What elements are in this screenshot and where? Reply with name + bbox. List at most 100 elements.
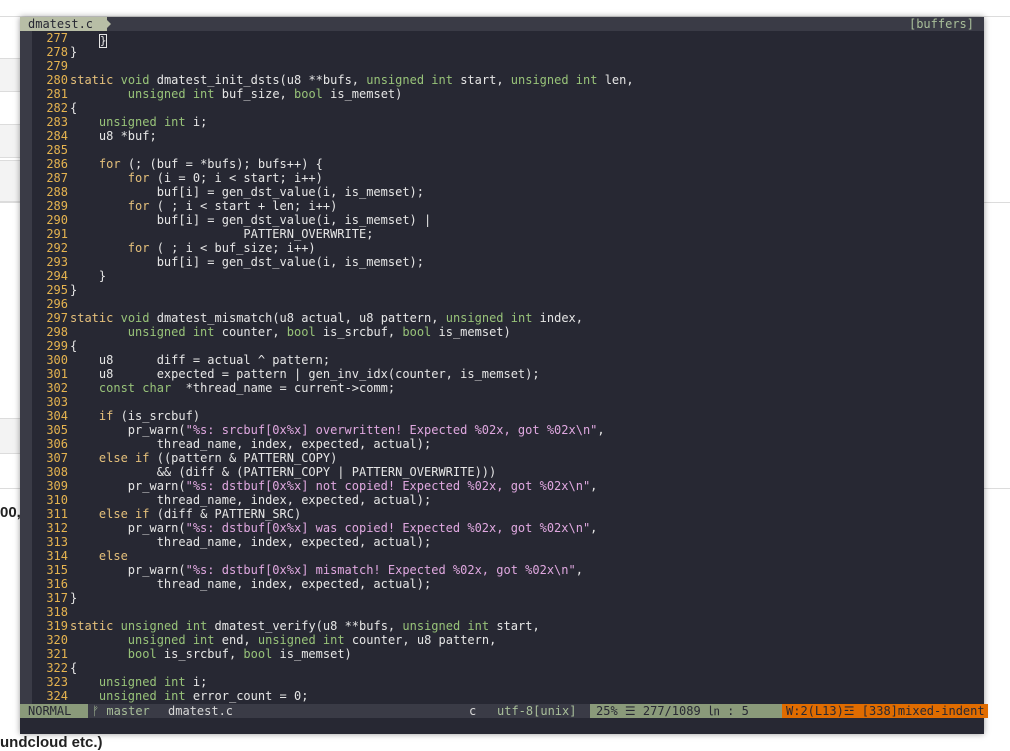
vim-command-line[interactable] [20, 718, 984, 734]
code-line[interactable]: 308 && (diff & (PATTERN_COPY | PATTERN_O… [32, 465, 984, 479]
line-number: 310 [46, 493, 68, 507]
type-token: int [192, 633, 215, 647]
code-token: (; (buf = *bufs); bufs++) { [120, 157, 323, 171]
line-number: 312 [46, 521, 68, 535]
type-token: int [510, 311, 533, 325]
code-token: i; [185, 115, 208, 129]
code-line[interactable]: 321 bool is_srcbuf, bool is_memset) [32, 647, 984, 661]
code-line[interactable]: 307 else if ((pattern & PATTERN_COPY) [32, 451, 984, 465]
code-line[interactable]: 291 PATTERN_OVERWRITE; [32, 227, 984, 241]
code-token: is_memset) [431, 325, 511, 339]
text-cursor: } [98, 34, 107, 48]
code-line[interactable]: 310 thread_name, index, expected, actual… [32, 493, 984, 507]
code-line[interactable]: 296 [32, 297, 984, 311]
code-token: thread_name, index, expected, actual); [70, 535, 432, 549]
line-number: 322 [46, 661, 68, 675]
code-token: u8 expected = pattern | gen_inv_idx(coun… [70, 367, 540, 381]
code-line[interactable]: 324 unsigned int error_count = 0; [32, 689, 984, 703]
keyword-token: static [70, 73, 114, 87]
code-token: PATTERN_OVERWRITE; [70, 227, 374, 241]
code-line[interactable]: 317} [32, 591, 984, 605]
code-line[interactable]: 282{ [32, 101, 984, 115]
code-line[interactable]: 280 static void dmatest_init_dsts(u8 **bu… [32, 73, 984, 87]
code-line[interactable]: 285 [32, 143, 984, 157]
code-token: } [70, 269, 107, 283]
code-line[interactable]: 286 for (; (buf = *bufs); bufs++) { [32, 157, 984, 171]
code-line[interactable]: 316 thread_name, index, expected, actual… [32, 577, 984, 591]
code-line[interactable]: 297 static void dmatest_mismatch(u8 actua… [32, 311, 984, 325]
status-filename: dmatest.c [168, 704, 234, 718]
code-line[interactable]: 292 for ( ; i < buf_size; i++) [32, 241, 984, 255]
line-number: 308 [46, 465, 68, 479]
code-line[interactable]: 304 if (is_srcbuf) [32, 409, 984, 423]
code-line[interactable]: 289 for ( ; i < start + len; i++) [32, 199, 984, 213]
code-line[interactable]: 302 const char *thread_name = current->c… [32, 381, 984, 395]
code-line[interactable]: 294 } [32, 269, 984, 283]
code-line[interactable]: 287 for (i = 0; i < start; i++) [32, 171, 984, 185]
line-number: 315 [46, 563, 68, 577]
code-line[interactable]: 306 thread_name, index, expected, actual… [32, 437, 984, 451]
code-line[interactable]: 318 [32, 605, 984, 619]
code-token: is_srcbuf, [315, 325, 403, 339]
code-token: *thread_name = current->comm; [171, 381, 396, 395]
code-line[interactable]: 311 else if (diff & PATTERN_SRC) [32, 507, 984, 521]
code-line[interactable]: 303 [32, 395, 984, 409]
line-number: 319 [46, 619, 68, 633]
line-number: 318 [46, 605, 68, 619]
page-fragment-text: undcloud etc.) [0, 734, 103, 751]
code-line[interactable]: 288 buf[i] = gen_dst_value(i, is_memset)… [32, 185, 984, 199]
line-number: 282 [46, 101, 68, 115]
code-line[interactable]: 299{ [32, 339, 984, 353]
code-line[interactable]: 284 u8 *buf; [32, 129, 984, 143]
code-line[interactable]: 323 unsigned int i; [32, 675, 984, 689]
type-token: int [467, 619, 490, 633]
code-line[interactable]: 315 pr_warn("%s: dstbuf[0x%x] mismatch! … [32, 563, 984, 577]
type-token: const [98, 381, 136, 395]
string-literal: "%s: dstbuf[0x%x] not copied! Expected %… [185, 479, 591, 493]
tab-dmatest-c[interactable]: dmatest.c [20, 17, 108, 31]
code-token: , [590, 521, 598, 535]
code-line[interactable]: 300 u8 diff = actual ^ pattern; [32, 353, 984, 367]
vim-statusline: NORMAL ᚠ master dmatest.c c utf-8[unix] … [20, 704, 988, 718]
code-line[interactable]: 301 u8 expected = pattern | gen_inv_idx(… [32, 367, 984, 381]
buffers-label[interactable]: [buffers] [909, 17, 974, 31]
code-editor[interactable]: 277 } 278} 279 280 static void dmatest_init_… [32, 31, 984, 704]
code-line[interactable]: 322{ [32, 661, 984, 675]
code-token: dmatest_init_dsts(u8 **bufs, [149, 73, 367, 87]
code-line[interactable]: 313 thread_name, index, expected, actual… [32, 535, 984, 549]
code-line[interactable]: 295} [32, 283, 984, 297]
code-line[interactable]: 314 else [32, 549, 984, 563]
line-number: 285 [46, 143, 68, 157]
code-token: thread_name, index, expected, actual); [70, 437, 432, 451]
tab-separator-icon [104, 17, 111, 31]
line-number: 323 [46, 675, 68, 689]
code-line[interactable]: 293 buf[i] = gen_dst_value(i, is_memset)… [32, 255, 984, 269]
code-line[interactable]: 283 unsigned int i; [32, 115, 984, 129]
type-token: int [163, 675, 186, 689]
code-line[interactable]: 320 unsigned int end, unsigned int count… [32, 633, 984, 647]
code-line[interactable]: 312 pr_warn("%s: dstbuf[0x%x] was copied… [32, 521, 984, 535]
code-line[interactable]: 298 unsigned int counter, bool is_srcbuf… [32, 325, 984, 339]
code-line[interactable]: 309 pr_warn("%s: dstbuf[0x%x] not copied… [32, 479, 984, 493]
line-number: 279 [46, 59, 68, 73]
code-line[interactable]: 319 static unsigned int dmatest_verify(u8… [32, 619, 984, 633]
keyword-token: if [135, 507, 150, 521]
type-token: unsigned [402, 619, 461, 633]
code-token: u8 *buf; [70, 129, 157, 143]
line-number: 306 [46, 437, 68, 451]
code-line[interactable]: 290 buf[i] = gen_dst_value(i, is_memset)… [32, 213, 984, 227]
code-line[interactable]: 279 [32, 59, 984, 73]
type-token: unsigned [257, 633, 316, 647]
vim-terminal-window[interactable]: dmatest.c [buffers] 277 } 278} 279 280 stati… [20, 17, 988, 734]
code-line[interactable]: 305 pr_warn("%s: srcbuf[0x%x] overwritte… [32, 423, 984, 437]
code-line[interactable]: 281 unsigned int buf_size, bool is_memse… [32, 87, 984, 101]
code-line[interactable]: 277 } [32, 31, 984, 48]
code-line[interactable]: 278} [32, 45, 984, 59]
line-number: 303 [46, 395, 68, 409]
